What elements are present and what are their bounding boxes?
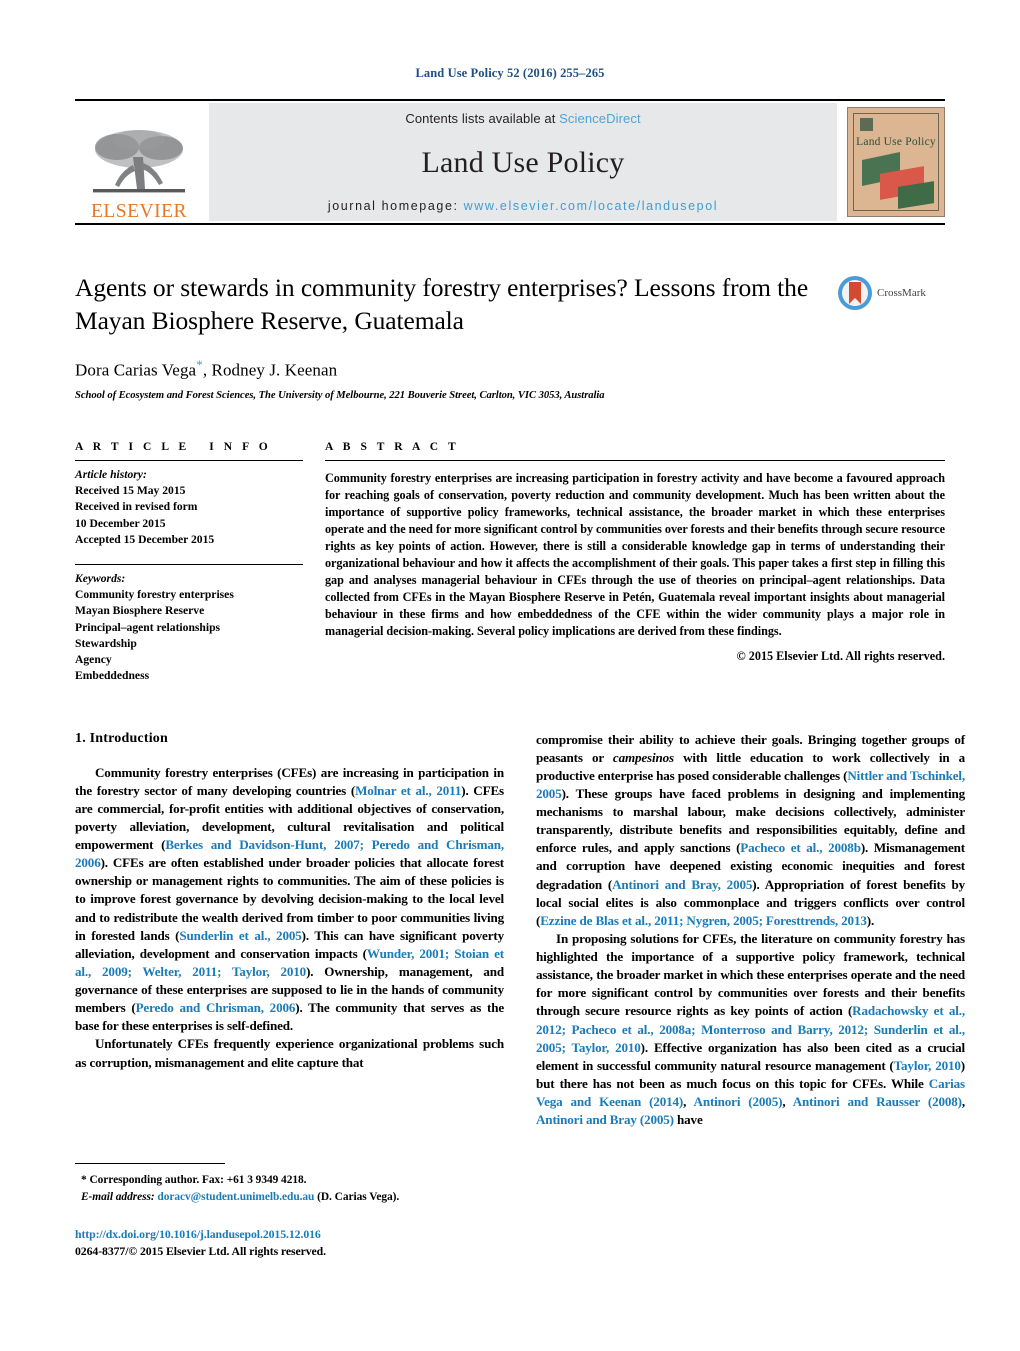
body-text-run: Unfortunately CFEs frequently experience… [75, 1036, 504, 1070]
footnote-area: * Corresponding author. Fax: +61 3 9349 … [75, 1163, 504, 1259]
email-suffix: (D. Carias Vega). [314, 1190, 400, 1203]
author-primary: Dora Carias Vega [75, 360, 197, 380]
citation-link[interactable]: Antinori and Bray, 2005 [612, 877, 752, 892]
article-history-label: Article history: [75, 467, 147, 481]
history-item: 10 December 2015 [75, 516, 166, 530]
article-info-heading: A R T I C L E I N F O [75, 440, 272, 453]
journal-article-page: Land Use Policy 52 (2016) 255–265 ELSEVI… [0, 0, 1020, 1351]
crossmark-icon [838, 276, 872, 310]
citation-link[interactable]: Molnar et al., 2011 [355, 783, 461, 798]
journal-masthead: ELSEVIER Contents lists available at Sci… [75, 99, 945, 225]
article-info-column: A R T I C L E I N F O Article history: R… [75, 441, 303, 685]
body-paragraph: compromise their ability to achieve thei… [536, 731, 965, 930]
running-head: Land Use Policy 52 (2016) 255–265 [415, 66, 605, 80]
elsevier-wordmark: ELSEVIER [90, 200, 188, 222]
elsevier-tree-icon [93, 129, 185, 192]
author-secondary: , Rodney J. Keenan [202, 360, 338, 380]
email-note: E-mail address: doracv@student.unimelb.e… [75, 1189, 504, 1206]
abstract-column: A B S T R A C T Community forestry enter… [325, 441, 945, 685]
body-text-run: have [673, 1112, 703, 1128]
doi-block: http://dx.doi.org/10.1016/j.landusepol.2… [75, 1227, 504, 1259]
keyword-item: Principal–agent relationships [75, 620, 221, 634]
citation-link[interactable]: Antinori and Rausser (2008) [793, 1094, 962, 1109]
corresponding-author-note: * Corresponding author. Fax: +61 3 9349 … [81, 1174, 307, 1186]
page-title: Agents or stewards in community forestry… [75, 273, 809, 336]
email-label: E-mail address: [81, 1190, 158, 1203]
elsevier-logo: ELSEVIER [75, 101, 203, 223]
keywords-block: Keywords: Community forestry enterprises… [75, 565, 303, 685]
article-history-block: Article history: Received 15 May 2015 Re… [75, 461, 303, 548]
sciencedirect-link[interactable]: ScienceDirect [559, 111, 641, 126]
history-item: Received in revised form [75, 500, 198, 514]
journal-cover-thumbnail: Land Use Policy [847, 107, 945, 217]
info-abstract-region: A R T I C L E I N F O Article history: R… [75, 441, 945, 685]
crossmark-label: CrossMark [877, 287, 926, 299]
keyword-item: Agency [75, 653, 112, 667]
body-text-run: campesinos [612, 749, 674, 765]
citation-link[interactable]: Pacheco et al., 2008b [740, 840, 861, 855]
history-item: Accepted 15 December 2015 [75, 532, 215, 546]
body-region: 1. Introduction Community forestry enter… [75, 731, 965, 1130]
contents-line: Contents lists available at ScienceDirec… [405, 111, 640, 126]
keyword-item: Stewardship [75, 636, 137, 650]
citation-link[interactable]: Peredo and Chrisman, 2006 [136, 1000, 296, 1015]
keyword-item: Embeddedness [75, 669, 150, 683]
body-column-left: 1. Introduction Community forestry enter… [75, 731, 504, 1130]
homepage-url-link[interactable]: www.elsevier.com/locate/landusepol [464, 199, 719, 213]
doi-link[interactable]: http://dx.doi.org/10.1016/j.landusepol.2… [75, 1227, 504, 1242]
abstract-text: Community forestry enterprises are incre… [325, 470, 945, 639]
body-paragraph: In proposing solutions for CFEs, the lit… [536, 930, 965, 1129]
right-paragraphs: compromise their ability to achieve thei… [536, 731, 965, 1130]
homepage-prefix: journal homepage: [327, 199, 464, 213]
crossmark-badge[interactable]: CrossMark [837, 275, 945, 311]
body-column-right: compromise their ability to achieve thei… [536, 731, 965, 1130]
affiliation: School of Ecosystem and Forest Sciences,… [75, 389, 605, 401]
cover-title: Land Use Policy [856, 136, 936, 148]
citation-link[interactable]: Antinori (2005) [694, 1094, 783, 1109]
body-text-run: ). [866, 912, 875, 928]
footnote-rule [75, 1163, 225, 1164]
issn-copyright-line: 0264-8377/© 2015 Elsevier Ltd. All right… [75, 1244, 326, 1259]
contents-prefix: Contents lists available at [405, 111, 560, 126]
body-paragraph: Unfortunately CFEs frequently experience… [75, 1035, 504, 1071]
author-list: Dora Carias Vega*, Rodney J. Keenan [75, 357, 945, 381]
keyword-item: Mayan Biosphere Reserve [75, 604, 205, 618]
body-text-run: , [782, 1094, 793, 1110]
keyword-item: Community forestry enterprises [75, 588, 234, 602]
citation-link[interactable]: Ezzine de Blas et al., 2011; Nygren, 200… [540, 913, 867, 928]
abstract-copyright: © 2015 Elsevier Ltd. All rights reserved… [736, 649, 945, 664]
cover-publisher-mark-icon [860, 118, 873, 131]
section-heading-introduction: 1. Introduction [75, 730, 168, 746]
abstract-heading: A B S T R A C T [325, 440, 460, 453]
email-link[interactable]: doracv@student.unimelb.edu.au [157, 1191, 314, 1203]
body-text-run: , [961, 1094, 966, 1110]
citation-link[interactable]: Sunderlin et al., 2005 [179, 928, 301, 943]
citation-link[interactable]: Taylor, 2010 [894, 1058, 961, 1073]
corresponding-author-marker[interactable]: * [196, 357, 203, 372]
homepage-line: journal homepage: www.elsevier.com/locat… [328, 199, 718, 213]
keywords-label: Keywords: [75, 572, 126, 586]
journal-title: Land Use Policy [421, 145, 625, 179]
citation-link[interactable]: Antinori and Bray (2005) [536, 1112, 674, 1127]
journal-band: Contents lists available at ScienceDirec… [209, 103, 837, 221]
history-item: Received 15 May 2015 [75, 484, 186, 498]
left-paragraphs: Community forestry enterprises (CFEs) ar… [75, 764, 504, 1072]
body-text-run: , [683, 1094, 694, 1110]
title-block: Agents or stewards in community forestry… [75, 271, 945, 401]
body-paragraph: Community forestry enterprises (CFEs) ar… [75, 764, 504, 1036]
